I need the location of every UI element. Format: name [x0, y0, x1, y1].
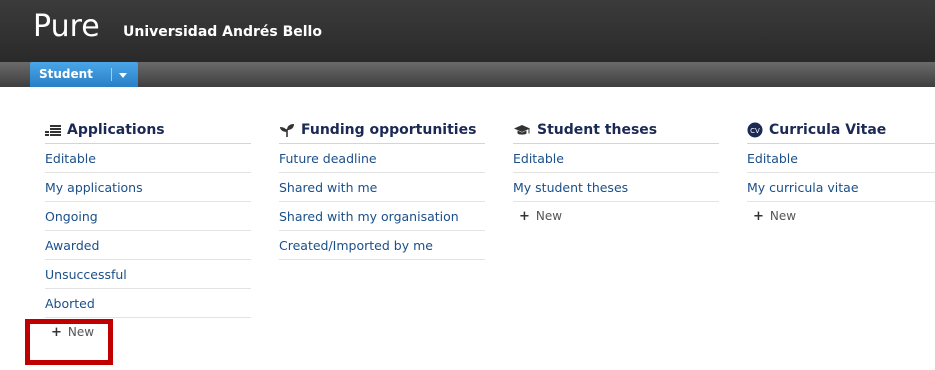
- highlight-box: [25, 319, 113, 365]
- student-theses-editable-link[interactable]: Editable: [513, 144, 719, 173]
- curricula-vitae-column: CV Curricula Vitae Editable My curricula…: [747, 117, 935, 230]
- organisation-name: Universidad Andrés Bello: [123, 24, 322, 40]
- svg-text:CV: CV: [750, 127, 760, 135]
- role-tab-student[interactable]: Student: [30, 62, 138, 87]
- funding-opportunities-title: Funding opportunities: [301, 122, 477, 138]
- shared-with-me-link[interactable]: Shared with me: [279, 173, 485, 202]
- chevron-down-icon[interactable]: [119, 73, 127, 78]
- student-theses-column: Student theses Editable My student these…: [513, 117, 719, 230]
- nav-bar: [0, 62, 935, 87]
- new-student-thesis-label: New: [535, 209, 563, 223]
- curricula-vitae-header: CV Curricula Vitae: [747, 117, 935, 144]
- curricula-vitae-title: Curricula Vitae: [769, 122, 887, 138]
- funding-sprout-icon: [279, 122, 295, 138]
- applications-aborted-link[interactable]: Aborted: [45, 289, 251, 318]
- applications-icon: [45, 124, 61, 136]
- top-header: Pure Universidad Andrés Bello: [0, 0, 935, 62]
- created-imported-by-me-link[interactable]: Created/Imported by me: [279, 231, 485, 260]
- new-curriculum-vitae-button[interactable]: + New: [747, 202, 935, 230]
- funding-opportunities-header: Funding opportunities: [279, 117, 485, 144]
- applications-editable-link[interactable]: Editable: [45, 144, 251, 173]
- my-applications-link[interactable]: My applications: [45, 173, 251, 202]
- student-theses-title: Student theses: [537, 122, 658, 138]
- future-deadline-link[interactable]: Future deadline: [279, 144, 485, 173]
- new-curriculum-vitae-label: New: [769, 209, 797, 223]
- funding-opportunities-column: Funding opportunities Future deadline Sh…: [279, 117, 485, 260]
- applications-unsuccessful-link[interactable]: Unsuccessful: [45, 260, 251, 289]
- cv-icon: CV: [747, 122, 763, 138]
- applications-title: Applications: [67, 122, 165, 138]
- applications-ongoing-link[interactable]: Ongoing: [45, 202, 251, 231]
- plus-icon: +: [519, 208, 530, 224]
- role-tab-separator: [111, 68, 112, 81]
- new-student-thesis-button[interactable]: + New: [513, 202, 719, 230]
- my-curricula-vitae-link[interactable]: My curricula vitae: [747, 173, 935, 202]
- applications-column: Applications Editable My applications On…: [45, 117, 251, 346]
- applications-awarded-link[interactable]: Awarded: [45, 231, 251, 260]
- pure-logo[interactable]: Pure: [33, 9, 100, 44]
- graduation-cap-icon: [513, 124, 531, 136]
- my-student-theses-link[interactable]: My student theses: [513, 173, 719, 202]
- applications-header: Applications: [45, 117, 251, 144]
- shared-with-my-organisation-link[interactable]: Shared with my organisation: [279, 202, 485, 231]
- curricula-vitae-editable-link[interactable]: Editable: [747, 144, 935, 173]
- plus-icon: +: [753, 208, 764, 224]
- student-theses-header: Student theses: [513, 117, 719, 144]
- role-tab-label: Student: [39, 67, 93, 81]
